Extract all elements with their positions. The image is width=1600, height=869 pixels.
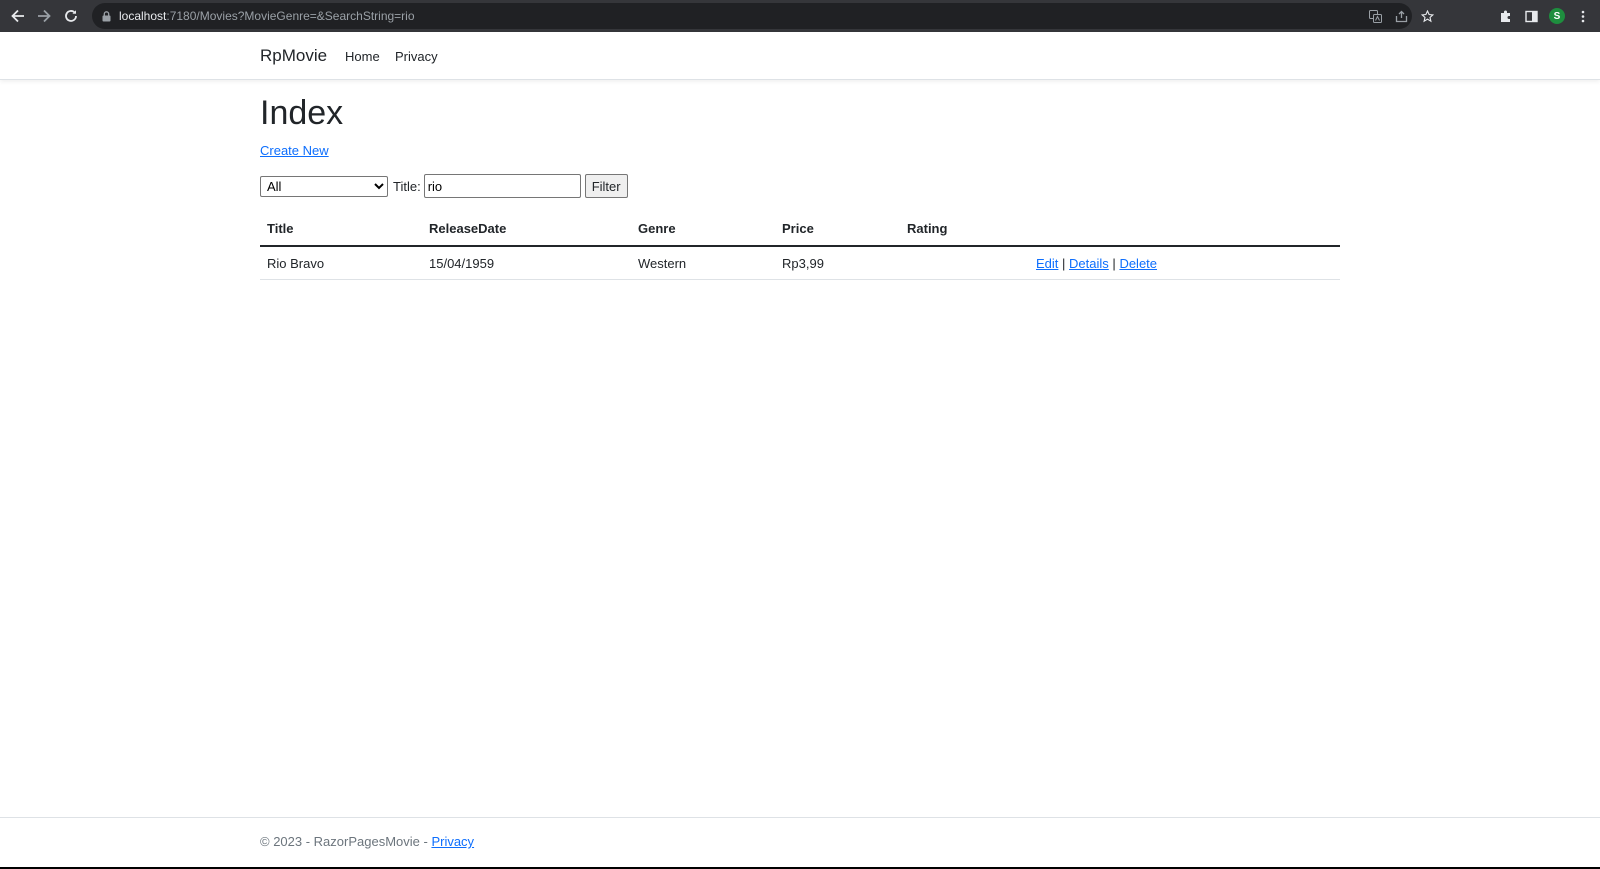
brand-link[interactable]: RpMovie	[260, 46, 327, 66]
translate-icon[interactable]	[1362, 3, 1388, 29]
site-footer: © 2023 - RazorPagesMovie - Privacy	[0, 817, 1600, 868]
nav-home-link[interactable]: Home	[345, 49, 380, 64]
browser-window: localhost:7180/Movies?MovieGenre=&Search…	[0, 0, 1600, 869]
kebab-menu-icon[interactable]	[1570, 3, 1596, 29]
genre-select[interactable]: All	[260, 175, 388, 197]
nav-privacy-link[interactable]: Privacy	[395, 49, 438, 64]
column-header-actions	[1029, 212, 1340, 247]
url-path: :7180/Movies?MovieGenre=&SearchString=ri…	[166, 9, 415, 23]
title-label: Title:	[393, 178, 421, 194]
delete-link[interactable]: Delete	[1119, 256, 1157, 271]
url-text: localhost:7180/Movies?MovieGenre=&Search…	[119, 9, 415, 23]
action-separator: |	[1112, 255, 1116, 271]
details-link[interactable]: Details	[1069, 256, 1109, 271]
cell-actions: Edit | Details | Delete	[1029, 246, 1340, 280]
back-icon[interactable]	[5, 3, 31, 29]
forward-icon[interactable]	[31, 3, 57, 29]
column-header-title: Title	[260, 212, 422, 247]
page-title: Index	[260, 94, 344, 132]
footer-content: © 2023 - RazorPagesMovie - Privacy	[260, 834, 474, 849]
share-icon[interactable]	[1388, 3, 1414, 29]
bookmark-star-icon[interactable]	[1414, 3, 1440, 29]
cell-title: Rio Bravo	[260, 246, 422, 280]
site-navbar: RpMovie Home Privacy	[0, 32, 1600, 80]
column-header-release-date: ReleaseDate	[422, 212, 631, 247]
footer-privacy-link[interactable]: Privacy	[431, 834, 474, 849]
create-new-link[interactable]: Create New	[260, 143, 329, 158]
profile-avatar[interactable]: S	[1544, 3, 1570, 29]
filter-button[interactable]: Filter	[584, 174, 628, 198]
filter-form: All Title: Filter	[260, 174, 628, 198]
movies-table: Title ReleaseDate Genre Price Rating Rio…	[260, 212, 1340, 280]
reload-icon[interactable]	[58, 3, 84, 29]
address-bar[interactable]: localhost:7180/Movies?MovieGenre=&Search…	[92, 3, 1434, 29]
edit-link[interactable]: Edit	[1036, 256, 1058, 271]
browser-toolbar: localhost:7180/Movies?MovieGenre=&Search…	[0, 0, 1600, 32]
profile-initial: S	[1549, 8, 1565, 24]
extensions-puzzle-icon[interactable]	[1492, 3, 1518, 29]
search-input[interactable]	[423, 174, 581, 198]
toolbar-actions: S	[1492, 0, 1600, 32]
column-header-price: Price	[775, 212, 900, 247]
table-row: Rio Bravo 15/04/1959 Western Rp3,99 Edit…	[260, 246, 1340, 280]
url-host: localhost	[119, 9, 167, 23]
footer-copyright: © 2023 - RazorPagesMovie -	[260, 834, 432, 849]
cell-release-date: 15/04/1959	[422, 246, 631, 280]
cell-price: Rp3,99	[775, 246, 900, 280]
column-header-genre: Genre	[631, 212, 775, 247]
action-separator: |	[1062, 255, 1066, 271]
table-header-row: Title ReleaseDate Genre Price Rating	[260, 212, 1340, 247]
cell-rating	[900, 246, 1029, 280]
cell-genre: Western	[631, 246, 775, 280]
column-header-rating: Rating	[900, 212, 1029, 247]
lock-icon	[102, 10, 111, 22]
side-panel-icon[interactable]	[1518, 3, 1544, 29]
